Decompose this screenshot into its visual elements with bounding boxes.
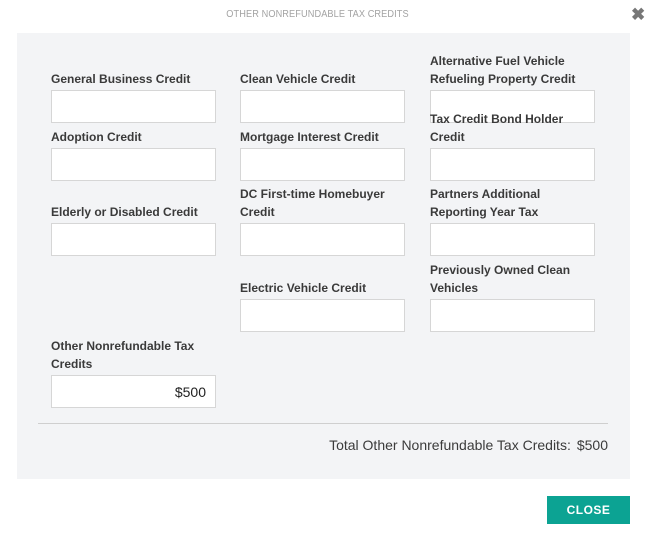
tax-credit-bond-holder-input[interactable] [430,148,595,181]
field-elderly-disabled-credit: Elderly or Disabled Credit [51,188,216,256]
field-label: Elderly or Disabled Credit [51,204,198,219]
partners-additional-tax-input[interactable] [430,223,595,256]
field-other-nonrefundable-credits: Other Nonrefundable Tax Credits [51,339,216,408]
field-label: Clean Vehicle Credit [240,71,356,86]
mortgage-interest-credit-input[interactable] [240,148,405,181]
field-partners-additional-tax: Partners Additional Reporting Year Tax [430,187,595,256]
total-label: Total Other Nonrefundable Tax Credits: [329,437,571,453]
divider [38,423,608,424]
field-label: Other Nonrefundable Tax Credits [51,339,195,371]
dc-homebuyer-credit-input[interactable] [240,223,405,256]
total-amount: $500 [576,437,608,453]
field-dc-homebuyer-credit: DC First-time Homebuyer Credit [240,187,405,256]
total-row: Total Other Nonrefundable Tax Credits: $5… [329,437,608,453]
field-tax-credit-bond-holder: Tax Credit Bond Holder Credit [430,112,595,181]
field-label: DC First-time Homebuyer Credit [240,187,385,219]
other-nonrefundable-credits-input[interactable] [51,375,216,408]
electric-vehicle-credit-input[interactable] [240,299,405,332]
field-mortgage-interest-credit: Mortgage Interest Credit [240,113,405,181]
field-label: Previously Owned Clean Vehicles [430,263,571,295]
close-button[interactable]: CLOSE [547,496,630,524]
field-label: General Business Credit [51,71,191,86]
field-electric-vehicle-credit: Electric Vehicle Credit [240,264,405,332]
field-label: Tax Credit Bond Holder Credit [430,112,564,144]
field-label: Alternative Fuel Vehicle Refueling Prope… [430,54,576,86]
adoption-credit-input[interactable] [51,148,216,181]
field-previously-owned-clean-vehicles: Previously Owned Clean Vehicles [430,263,595,332]
credits-panel: General Business Credit Clean Vehicle Cr… [17,33,630,479]
field-adoption-credit: Adoption Credit [51,113,216,181]
field-label: Partners Additional Reporting Year Tax [430,187,541,219]
field-label: Electric Vehicle Credit [240,280,367,295]
elderly-disabled-credit-input[interactable] [51,223,216,256]
modal-title: OTHER NONREFUNDABLE TAX CREDITS [226,9,409,20]
field-label: Adoption Credit [51,129,142,144]
previously-owned-clean-vehicles-input[interactable] [430,299,595,332]
close-x-icon[interactable]: ✖ [631,6,645,23]
field-label: Mortgage Interest Credit [240,129,379,144]
